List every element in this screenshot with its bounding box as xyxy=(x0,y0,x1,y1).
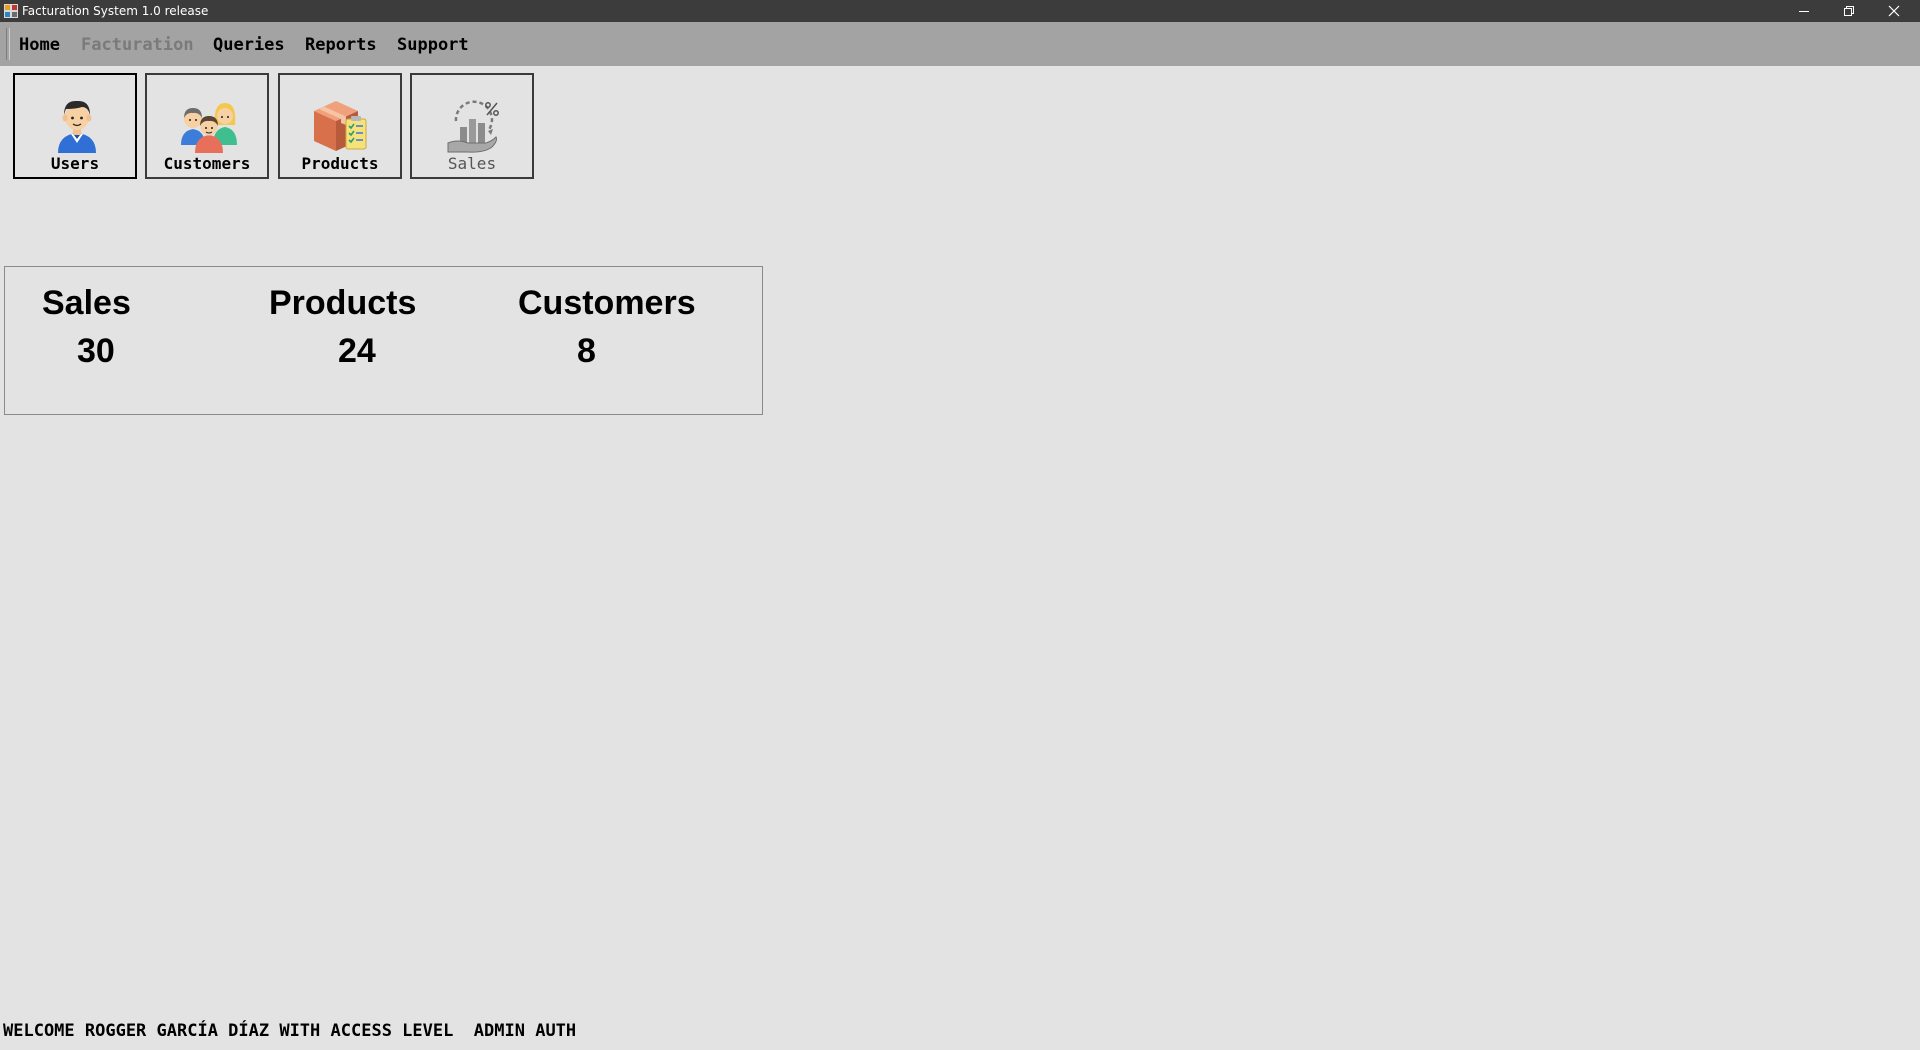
sales-stat-value: 30 xyxy=(77,332,115,370)
products-button[interactable]: Products xyxy=(278,73,402,179)
users-button-label: Users xyxy=(50,154,100,173)
product-box-icon xyxy=(314,101,367,151)
menu-home[interactable]: Home xyxy=(19,34,60,56)
window-title: Facturation System 1.0 release xyxy=(22,4,209,18)
menu-grip xyxy=(6,28,10,60)
users-button[interactable]: Users xyxy=(13,73,137,179)
customers-stat-label: Customers xyxy=(518,284,696,322)
minimize-button[interactable] xyxy=(1781,0,1827,22)
customers-button[interactable]: Customers xyxy=(145,73,269,179)
app-icon xyxy=(4,4,18,18)
customers-button-label: Customers xyxy=(163,154,251,173)
user-icon xyxy=(58,100,96,153)
customers-group-icon xyxy=(181,103,237,153)
sales-stat-label: Sales xyxy=(42,284,131,322)
stats-panel: Sales 30 Products 24 Customers 8 xyxy=(4,266,763,415)
menu-facturation: Facturation xyxy=(81,35,194,55)
minimize-icon xyxy=(1799,11,1809,12)
sales-button[interactable]: Sales xyxy=(410,73,534,179)
menu-reports[interactable]: Reports xyxy=(305,34,377,56)
window-titlebar: Facturation System 1.0 release xyxy=(0,0,1920,22)
products-stat-label: Products xyxy=(269,284,417,322)
products-stat-value: 24 xyxy=(338,332,376,370)
customers-stat-value: 8 xyxy=(577,332,596,370)
welcome-status-text: WELCOME ROGGER GARCÍA DÍAZ WITH ACCESS L… xyxy=(3,1021,577,1041)
sales-chart-icon xyxy=(447,100,499,153)
products-button-label: Products xyxy=(301,154,379,173)
close-button[interactable] xyxy=(1871,0,1917,22)
menu-queries[interactable]: Queries xyxy=(213,34,285,56)
menu-bar: Home Facturation Queries Reports Support xyxy=(0,22,1920,66)
restore-icon xyxy=(1844,6,1854,16)
sales-button-label: Sales xyxy=(447,154,497,173)
menu-support[interactable]: Support xyxy=(397,34,469,56)
close-icon xyxy=(1888,5,1900,17)
restore-button[interactable] xyxy=(1826,0,1872,22)
